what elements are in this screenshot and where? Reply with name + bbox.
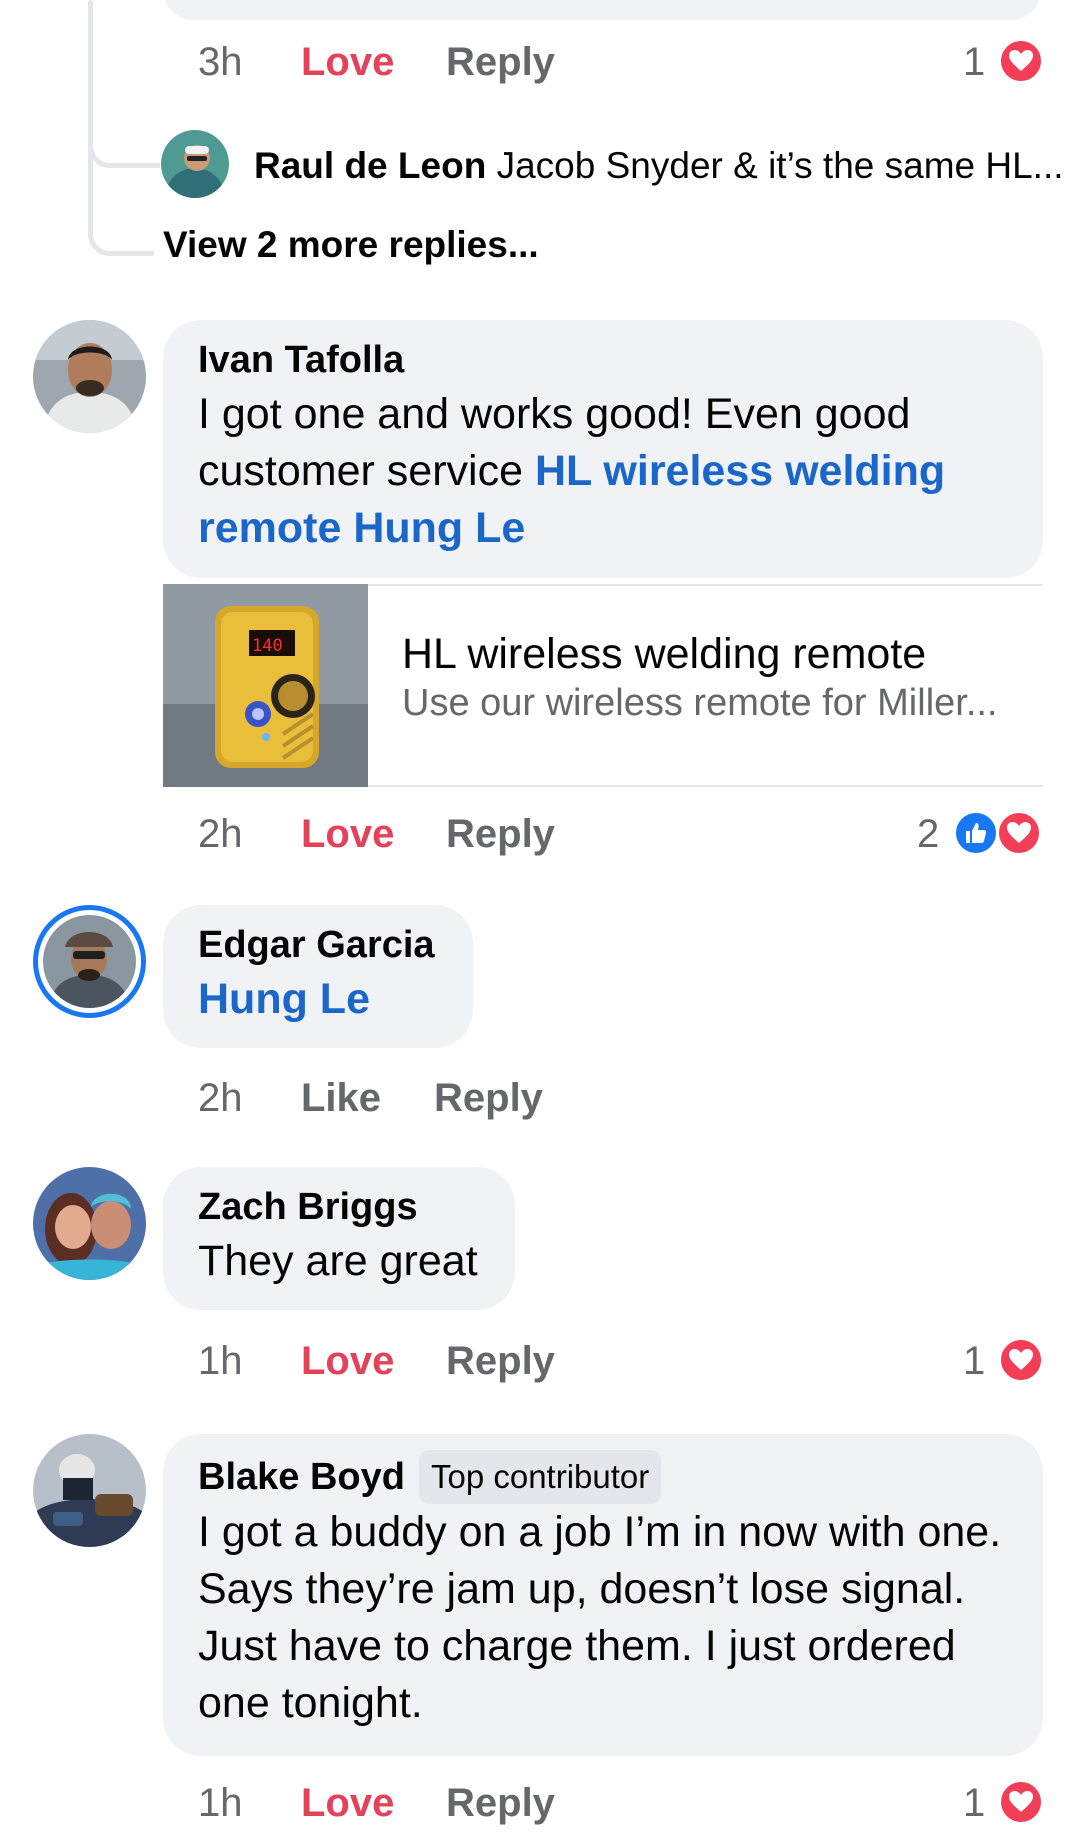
comment-text: I got one and works good! Even good cust… — [198, 390, 946, 552]
link-description: Use our wireless remote for Miller... — [402, 682, 998, 724]
view-more-replies-link[interactable]: View 2 more replies... — [163, 222, 539, 268]
comment-author[interactable]: Zach Briggs — [198, 1183, 480, 1231]
reply-button[interactable]: Reply — [446, 38, 555, 86]
reply-button[interactable]: Reply — [446, 810, 555, 858]
reply-preview: Jacob Snyder & it’s the same HL... — [496, 145, 1064, 186]
link-preview-card[interactable]: 140 HL wireless welding remote Use our w… — [163, 584, 1043, 787]
comment-time: 2h — [198, 812, 243, 856]
love-button[interactable]: Love — [301, 38, 394, 86]
top-contributor-badge[interactable]: Top contributor — [418, 1450, 662, 1504]
heart-icon — [996, 810, 1042, 856]
love-button[interactable]: Love — [301, 810, 394, 858]
comment-bubble: Ivan Tafolla I got one and works good! E… — [163, 320, 1043, 578]
comment-author[interactable]: Ivan Tafolla — [198, 336, 1008, 384]
avatar[interactable] — [33, 1167, 146, 1280]
link-card-body: HL wireless welding remote Use our wirel… — [368, 586, 998, 785]
love-button[interactable]: Love — [301, 1337, 394, 1385]
thumb-display: 140 — [252, 636, 283, 656]
mention-link[interactable]: Hung Le — [198, 971, 438, 1028]
comment-bubble: Blake Boyd Top contributor I got a buddy… — [163, 1434, 1043, 1756]
reply-button[interactable]: Reply — [446, 1779, 555, 1827]
like-button[interactable]: Like — [301, 1074, 381, 1122]
reaction-count[interactable]: 1 — [963, 38, 985, 86]
comment-time: 1h — [198, 1339, 243, 1383]
love-button[interactable]: Love — [301, 1779, 394, 1827]
comment-bubble: Edgar Garcia Hung Le — [163, 905, 473, 1048]
thread-connector — [88, 180, 154, 256]
reply-button[interactable]: Reply — [446, 1337, 555, 1385]
reaction-count[interactable]: 1 — [963, 1337, 985, 1385]
like-icon — [953, 810, 999, 856]
previous-comment-meta: 3h — [198, 38, 243, 86]
comment-time: 2h — [198, 1076, 243, 1120]
comment-header: Blake Boyd Top contributor — [198, 1450, 1008, 1504]
comment-time: 1h — [198, 1781, 243, 1825]
heart-icon — [998, 1337, 1044, 1383]
avatar[interactable] — [33, 1434, 146, 1547]
reaction-count[interactable]: 1 — [963, 1779, 985, 1827]
comment-bubble: Zach Briggs They are great — [163, 1167, 515, 1310]
previous-comment-bubble — [163, 0, 1041, 20]
nested-reply[interactable]: Raul de Leon Jacob Snyder & it’s the sam… — [254, 142, 1064, 190]
comment-author[interactable]: Edgar Garcia — [198, 921, 438, 969]
link-title: HL wireless welding remote — [402, 630, 927, 678]
avatar[interactable] — [33, 905, 146, 1018]
comment-author[interactable]: Blake Boyd — [198, 1453, 405, 1501]
heart-icon — [998, 38, 1044, 84]
comment-text: I got a buddy on a job I’m in now with o… — [198, 1508, 1002, 1727]
thread-connector — [88, 120, 160, 168]
heart-icon — [998, 1779, 1044, 1825]
avatar[interactable] — [161, 130, 229, 198]
reply-button[interactable]: Reply — [434, 1074, 543, 1122]
reply-author[interactable]: Raul de Leon — [254, 145, 486, 186]
comment-time: 3h — [198, 40, 243, 84]
link-thumbnail: 140 — [163, 584, 368, 787]
comment-text: They are great — [198, 1237, 478, 1285]
avatar[interactable] — [33, 320, 146, 433]
reaction-count[interactable]: 2 — [917, 810, 939, 858]
